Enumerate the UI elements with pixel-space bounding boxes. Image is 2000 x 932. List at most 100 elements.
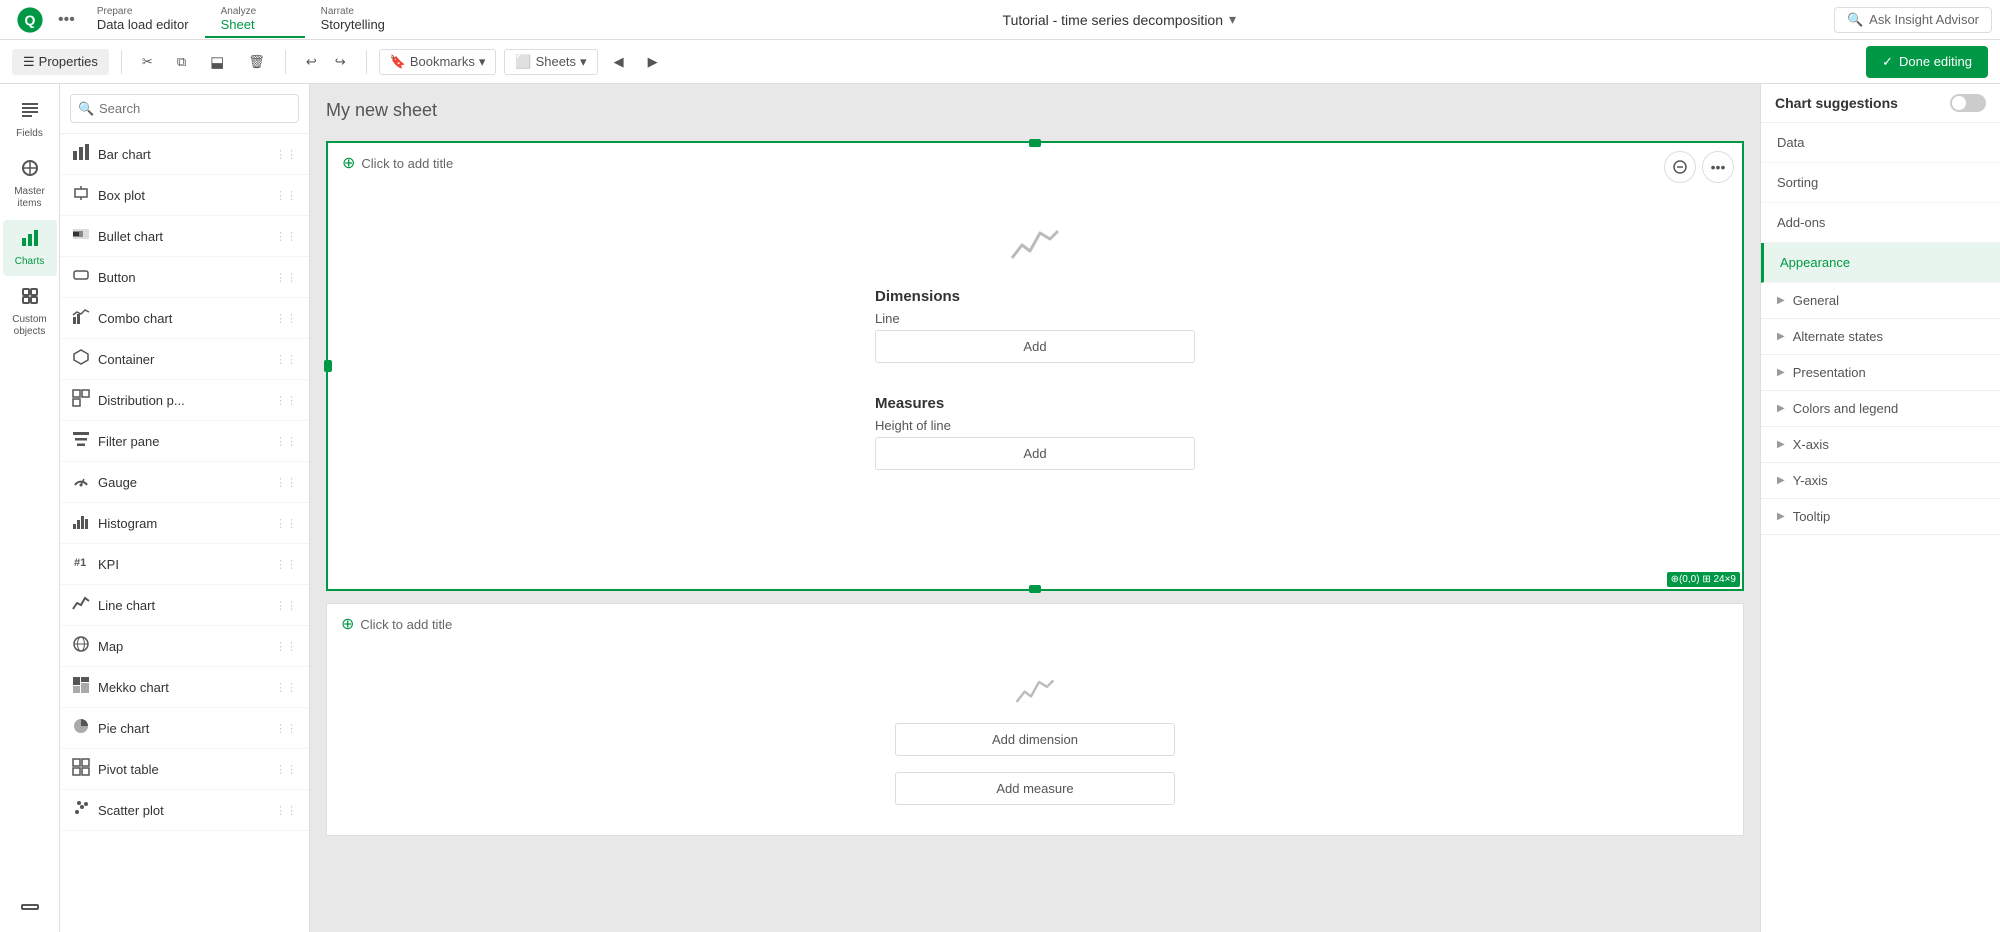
add-measure-button[interactable]: Add	[875, 437, 1195, 470]
add-title-icon-2: ⊕	[341, 614, 354, 634]
chart-item-filter-pane[interactable]: Filter pane ⋮⋮	[60, 421, 309, 462]
chart-item-line-chart[interactable]: Line chart ⋮⋮	[60, 585, 309, 626]
right-nav-data[interactable]: Data	[1761, 123, 2000, 163]
dimension-field-label: Line	[875, 311, 1195, 326]
line-chart-svg-2	[1015, 674, 1055, 706]
combo-chart-label: Combo chart	[98, 311, 275, 326]
toolbar-separator-1	[121, 50, 122, 74]
chart-item-map[interactable]: Map ⋮⋮	[60, 626, 309, 667]
chart-item-scatter-plot[interactable]: Scatter plot ⋮⋮	[60, 790, 309, 831]
corner-info: ⊕(0,0) ⊞ 24×9	[1667, 572, 1740, 587]
add-dimension-button[interactable]: Add	[875, 330, 1195, 363]
map-drag[interactable]: ⋮⋮	[275, 640, 297, 653]
chart-widget-1[interactable]: ⊕ Click to add title ••• Dimensi	[326, 141, 1744, 591]
filter-pane-drag[interactable]: ⋮⋮	[275, 435, 297, 448]
accordion-presentation-header[interactable]: ▶ Presentation	[1761, 355, 2000, 390]
toolbar-right: ✓ Done editing	[1866, 46, 1988, 78]
chart-item-pivot-table[interactable]: Pivot table ⋮⋮	[60, 749, 309, 790]
chart-item-mekko-chart[interactable]: Mekko chart ⋮⋮	[60, 667, 309, 708]
chart-item-kpi[interactable]: #1 KPI ⋮⋮	[60, 544, 309, 585]
scatter-plot-drag[interactable]: ⋮⋮	[275, 804, 297, 817]
chart-widget-1-actions: •••	[1664, 151, 1734, 183]
nav-tab-prepare[interactable]: Prepare Data load editor	[81, 2, 205, 38]
gauge-drag[interactable]: ⋮⋮	[275, 476, 297, 489]
search-wrapper: 🔍	[70, 94, 299, 123]
right-panel-toggle[interactable]	[1950, 94, 1986, 112]
accordion-colors-legend-label: Colors and legend	[1793, 401, 1899, 416]
resize-handle-left[interactable]	[324, 360, 332, 372]
chart-more-button[interactable]: •••	[1702, 151, 1734, 183]
resize-handle-bottom[interactable]	[1029, 585, 1041, 593]
copy-button[interactable]: ⧉	[169, 50, 194, 74]
bookmarks-button[interactable]: 🔖 Bookmarks ▾	[379, 49, 497, 75]
resize-handle-top[interactable]	[1029, 139, 1041, 147]
chart-widget-2[interactable]: ⊕ Click to add title Add dimension Add m…	[326, 603, 1744, 836]
add-dimension-button-2[interactable]: Add dimension	[895, 723, 1175, 756]
accordion-alternate-states-chevron: ▶	[1777, 331, 1785, 342]
mekko-chart-drag[interactable]: ⋮⋮	[275, 681, 297, 694]
chart-item-bullet-chart[interactable]: Bullet chart ⋮⋮	[60, 216, 309, 257]
chart-item-container[interactable]: Container ⋮⋮	[60, 339, 309, 380]
search-input[interactable]	[70, 94, 299, 123]
chart-expand-button[interactable]	[1664, 151, 1696, 183]
accordion-colors-legend-header[interactable]: ▶ Colors and legend	[1761, 391, 2000, 426]
app-title-chevron[interactable]: ▾	[1229, 11, 1236, 28]
button-label: Button	[98, 270, 275, 285]
line-chart-drag[interactable]: ⋮⋮	[275, 599, 297, 612]
pivot-table-drag[interactable]: ⋮⋮	[275, 763, 297, 776]
accordion-y-axis-header[interactable]: ▶ Y-axis	[1761, 463, 2000, 498]
add-measure-button-2[interactable]: Add measure	[895, 772, 1175, 805]
nav-menu-dots[interactable]: •••	[52, 11, 81, 29]
cut-button[interactable]: ✂	[134, 50, 161, 74]
next-sheet-button[interactable]: ▶	[640, 50, 666, 74]
properties-button[interactable]: ☰ Properties	[12, 49, 109, 75]
chart-item-bar-chart[interactable]: Bar chart ⋮⋮	[60, 134, 309, 175]
chart-item-button[interactable]: Button ⋮⋮	[60, 257, 309, 298]
nav-tab-narrate-title: Storytelling	[321, 17, 389, 32]
right-nav-appearance[interactable]: Appearance	[1761, 243, 2000, 283]
right-panel-title: Chart suggestions	[1775, 95, 1898, 111]
chart-item-box-plot[interactable]: Box plot ⋮⋮	[60, 175, 309, 216]
sidebar-item-fields[interactable]: Fields	[3, 92, 57, 148]
kpi-drag[interactable]: ⋮⋮	[275, 558, 297, 571]
histogram-drag[interactable]: ⋮⋮	[275, 517, 297, 530]
distribution-plot-drag[interactable]: ⋮⋮	[275, 394, 297, 407]
chart-item-distribution-plot[interactable]: Distribution p... ⋮⋮	[60, 380, 309, 421]
chart-item-combo-chart[interactable]: Combo chart ⋮⋮	[60, 298, 309, 339]
accordion-x-axis-header[interactable]: ▶ X-axis	[1761, 427, 2000, 462]
sidebar-item-master-items[interactable]: Master items	[3, 150, 57, 218]
chart-item-gauge[interactable]: Gauge ⋮⋮	[60, 462, 309, 503]
button-drag[interactable]: ⋮⋮	[275, 271, 297, 284]
chart-item-histogram[interactable]: Histogram ⋮⋮	[60, 503, 309, 544]
ask-insight-advisor-btn[interactable]: 🔍 Ask Insight Advisor	[1834, 7, 1992, 33]
right-nav-sorting[interactable]: Sorting	[1761, 163, 2000, 203]
accordion-general-label: General	[1793, 293, 1839, 308]
map-icon	[72, 635, 98, 657]
accordion-tooltip-header[interactable]: ▶ Tooltip	[1761, 499, 2000, 534]
chart-widget-2-title[interactable]: ⊕ Click to add title	[327, 604, 1743, 644]
combo-chart-drag[interactable]: ⋮⋮	[275, 312, 297, 325]
done-editing-button[interactable]: ✓ Done editing	[1866, 46, 1988, 78]
sheets-button[interactable]: ⬜ Sheets ▾	[504, 49, 597, 75]
sidebar-item-charts[interactable]: Charts	[3, 220, 57, 276]
right-nav-addons[interactable]: Add-ons	[1761, 203, 2000, 243]
container-drag[interactable]: ⋮⋮	[275, 353, 297, 366]
prev-sheet-button[interactable]: ◀	[606, 50, 632, 74]
redo-button[interactable]: ↪	[327, 50, 354, 74]
chart-widget-1-title[interactable]: ⊕ Click to add title	[328, 143, 1742, 183]
nav-tab-analyze[interactable]: Analyze Sheet	[205, 2, 305, 38]
paste-button[interactable]: ⬓	[202, 49, 232, 75]
delete-button[interactable]: 🗑	[240, 50, 273, 74]
pie-chart-drag[interactable]: ⋮⋮	[275, 722, 297, 735]
nav-tab-narrate[interactable]: Narrate Storytelling	[305, 2, 405, 38]
accordion-general: ▶ General	[1761, 283, 2000, 319]
bullet-chart-drag[interactable]: ⋮⋮	[275, 230, 297, 243]
accordion-general-header[interactable]: ▶ General	[1761, 283, 2000, 318]
undo-button[interactable]: ↩	[298, 50, 325, 74]
chart-item-pie-chart[interactable]: Pie chart ⋮⋮	[60, 708, 309, 749]
accordion-alternate-states-header[interactable]: ▶ Alternate states	[1761, 319, 2000, 354]
sidebar-item-custom-objects[interactable]: Custom objects	[3, 278, 57, 346]
box-plot-drag[interactable]: ⋮⋮	[275, 189, 297, 202]
sidebar-item-bottom[interactable]	[3, 883, 57, 924]
bar-chart-drag[interactable]: ⋮⋮	[275, 148, 297, 161]
